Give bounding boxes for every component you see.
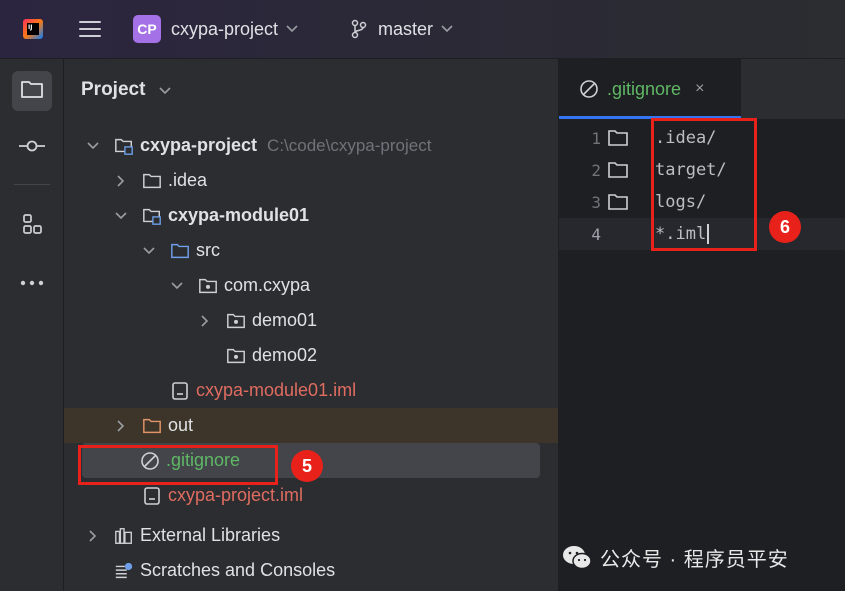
source-folder-icon bbox=[170, 241, 190, 261]
chevron-right-icon[interactable] bbox=[86, 529, 100, 542]
project-panel: Project cxypa-project C:\code\cxypa-proj… bbox=[64, 59, 558, 591]
tree-item-out[interactable]: out bbox=[64, 408, 558, 443]
chevron-down-icon bbox=[286, 22, 298, 36]
tree-item-external-libraries[interactable]: External Libraries bbox=[64, 518, 558, 553]
jetbrains-logo-icon[interactable]: IJ bbox=[23, 0, 43, 58]
editor-tab-bar: .gitignore × bbox=[559, 59, 845, 119]
tree-item-label: cxypa-project bbox=[140, 135, 258, 155]
annotation-badge-5: 5 bbox=[291, 450, 323, 482]
branch-name: master bbox=[378, 18, 434, 39]
tree-item-label: demo02 bbox=[252, 345, 318, 365]
tool-window-strip bbox=[0, 59, 64, 591]
title-bar: IJ CP cxypa-project master bbox=[0, 0, 845, 59]
tree-item-path: C:\code\cxypa-project bbox=[267, 135, 432, 155]
tree-item-label: Scratches and Consoles bbox=[140, 560, 336, 580]
package-icon bbox=[226, 346, 246, 366]
iml-file-icon bbox=[170, 381, 190, 401]
tree-item-label: cxypa-module01.iml bbox=[196, 380, 357, 400]
tab-label: .gitignore bbox=[607, 78, 682, 99]
more-tools-button[interactable] bbox=[12, 262, 52, 302]
chevron-down-icon[interactable] bbox=[114, 211, 128, 220]
chevron-down-icon bbox=[441, 22, 453, 36]
annotation-box-gitignore-content bbox=[651, 118, 757, 251]
annotation-badge-6: 6 bbox=[769, 211, 801, 243]
line-number: 1 bbox=[591, 128, 601, 148]
libraries-icon bbox=[114, 526, 134, 546]
tree-item-label: cxypa-module01 bbox=[168, 205, 310, 225]
folder-icon bbox=[20, 79, 44, 104]
iml-file-icon bbox=[142, 486, 162, 506]
chevron-right-icon[interactable] bbox=[114, 419, 128, 432]
structure-tool-button[interactable] bbox=[12, 206, 52, 246]
tree-item-label: demo01 bbox=[252, 310, 318, 330]
module-folder-icon bbox=[142, 206, 162, 226]
line-number: 3 bbox=[591, 192, 601, 212]
structure-icon bbox=[21, 213, 43, 240]
project-name: cxypa-project bbox=[171, 18, 279, 39]
chevron-down-icon[interactable] bbox=[142, 246, 156, 255]
tree-item-label: src bbox=[196, 240, 220, 260]
tree-item-label: cxypa-project.iml bbox=[168, 485, 304, 505]
package-icon bbox=[226, 311, 246, 331]
watermark-text: 公众号 · 程序员平安 bbox=[600, 549, 789, 571]
line-number: 4 bbox=[591, 224, 601, 244]
chevron-down-icon[interactable] bbox=[86, 141, 100, 150]
tree-item-demo02[interactable]: demo02 bbox=[64, 338, 558, 373]
tree-item-src[interactable]: src bbox=[64, 233, 558, 268]
close-icon[interactable]: × bbox=[695, 80, 704, 98]
tree-item-scratches[interactable]: Scratches and Consoles bbox=[64, 553, 558, 588]
line-number: 2 bbox=[591, 160, 601, 180]
project-panel-header[interactable]: Project bbox=[81, 79, 171, 101]
panel-title: Project bbox=[81, 79, 146, 100]
scratches-icon bbox=[114, 561, 134, 581]
project-tool-button[interactable] bbox=[12, 71, 52, 111]
commit-tool-button[interactable] bbox=[12, 128, 52, 168]
tree-item-demo01[interactable]: demo01 bbox=[64, 303, 558, 338]
folder-icon bbox=[601, 129, 635, 147]
folder-icon bbox=[601, 193, 635, 211]
chevron-down-icon bbox=[159, 84, 171, 98]
ignore-file-icon bbox=[579, 79, 599, 99]
tree-item-cxypa-module01-iml[interactable]: cxypa-module01.iml bbox=[64, 373, 558, 408]
tree-item-label: External Libraries bbox=[140, 525, 281, 545]
ellipsis-icon bbox=[20, 273, 44, 291]
excluded-folder-icon bbox=[142, 416, 162, 436]
divider bbox=[14, 184, 50, 185]
wechat-icon bbox=[562, 545, 592, 571]
tab-gitignore[interactable]: .gitignore × bbox=[559, 59, 741, 119]
hamburger-menu-icon[interactable] bbox=[79, 0, 101, 58]
tree-item-label: com.cxypa bbox=[224, 275, 311, 295]
commit-icon bbox=[19, 139, 45, 158]
tree-item-cxypa-module01[interactable]: cxypa-module01 bbox=[64, 198, 558, 233]
package-icon bbox=[198, 276, 218, 296]
branch-switcher[interactable]: master bbox=[350, 0, 453, 58]
chevron-down-icon[interactable] bbox=[170, 281, 184, 290]
watermark: 公众号 · 程序员平安 bbox=[562, 543, 789, 572]
folder-icon bbox=[142, 171, 162, 191]
project-switcher[interactable]: CP cxypa-project bbox=[133, 0, 298, 58]
tree-item-com-cxypa[interactable]: com.cxypa bbox=[64, 268, 558, 303]
tree-item-idea[interactable]: .idea bbox=[64, 163, 558, 198]
tree-item-cxypa-project[interactable]: cxypa-project C:\code\cxypa-project bbox=[64, 128, 558, 163]
project-badge: CP bbox=[133, 15, 161, 43]
module-folder-icon bbox=[114, 136, 134, 156]
chevron-right-icon[interactable] bbox=[198, 314, 212, 327]
tree-item-label: .idea bbox=[168, 170, 208, 190]
folder-icon bbox=[601, 161, 635, 179]
tree-item-label: out bbox=[168, 415, 194, 435]
chevron-right-icon[interactable] bbox=[114, 174, 128, 187]
annotation-box-gitignore bbox=[78, 445, 278, 485]
branch-icon bbox=[350, 19, 368, 39]
